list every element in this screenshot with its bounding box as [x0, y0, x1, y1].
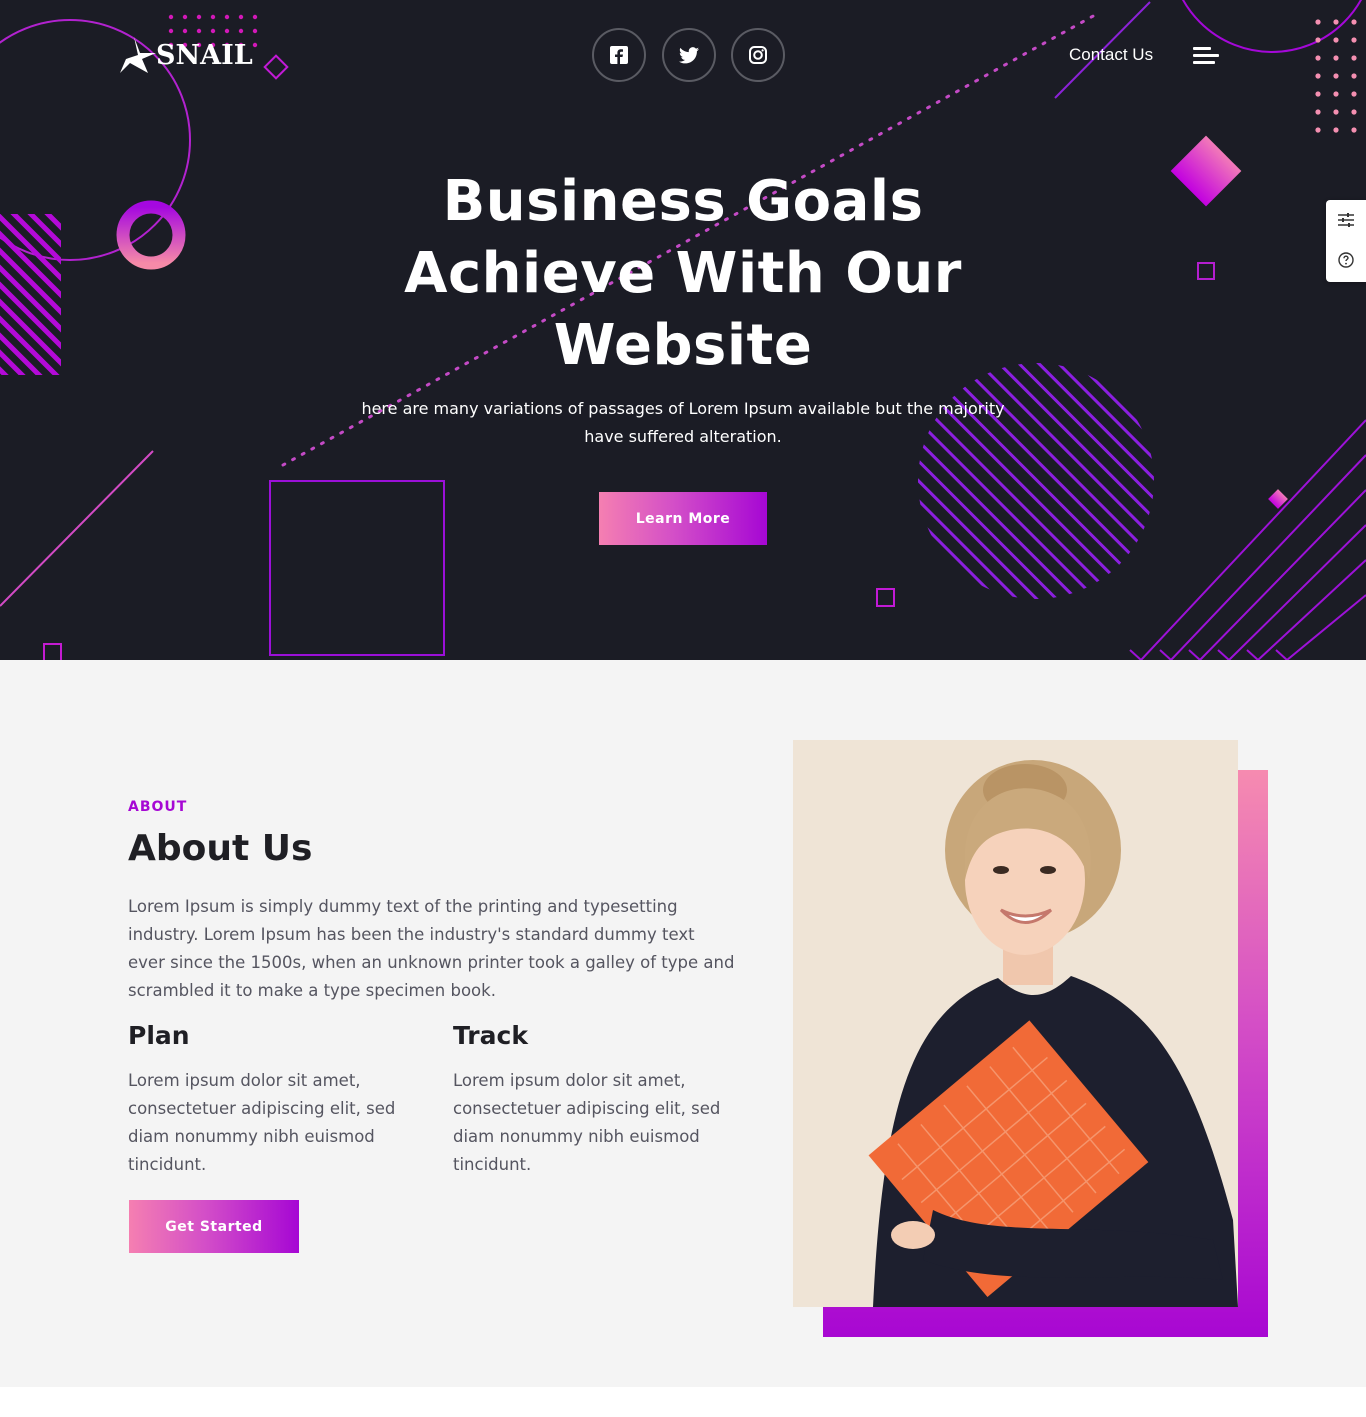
instagram-button[interactable]	[731, 28, 785, 82]
feature-text-line: diam nonummy nibh euismod	[128, 1127, 375, 1146]
facebook-icon	[610, 46, 628, 64]
feature-text-line: Lorem ipsum dolor sit amet,	[128, 1071, 361, 1090]
feature-text-line: tincidunt.	[453, 1155, 532, 1174]
feature-text-line: diam nonummy nibh euismod	[453, 1127, 700, 1146]
hero-subtitle-line: have suffered alteration.	[584, 427, 782, 446]
hero-title-line: Achieve With Our	[404, 241, 962, 306]
snail-logo-icon	[120, 37, 156, 73]
about-text-line: scrambled it to make a type specimen boo…	[128, 981, 496, 1000]
feature-text-line: consectetuer adipiscing elit, sed	[453, 1099, 721, 1118]
facebook-button[interactable]	[592, 28, 646, 82]
hero-title-line: Website	[553, 313, 813, 378]
twitter-icon	[679, 46, 699, 63]
about-text-line: Lorem Ipsum is simply dummy text of the …	[128, 897, 678, 916]
menu-icon[interactable]	[1193, 45, 1219, 65]
feature-text-line: tincidunt.	[128, 1155, 207, 1174]
help-icon[interactable]	[1336, 250, 1356, 270]
feature-text-track: Lorem ipsum dolor sit amet, consectetuer…	[453, 1067, 753, 1179]
feature-title-plan: Plan	[128, 1021, 190, 1050]
about-eyebrow: ABOUT	[128, 799, 188, 815]
hero-section: SNAIL Contact Us Business Goals Achieve …	[0, 0, 1366, 660]
hero-subtitle-line: here are many variations of passages of …	[361, 399, 1005, 418]
feature-text-plan: Lorem ipsum dolor sit amet, consectetuer…	[128, 1067, 428, 1179]
settings-sliders-icon[interactable]	[1336, 210, 1356, 230]
hero-subtitle: here are many variations of passages of …	[323, 395, 1043, 451]
feature-text-line: consectetuer adipiscing elit, sed	[128, 1099, 396, 1118]
contact-us-link[interactable]: Contact Us	[1069, 45, 1153, 65]
about-text-line: industry. Lorem Ipsum has been the indus…	[128, 925, 695, 944]
brand-logo[interactable]: SNAIL	[120, 34, 253, 76]
about-section: ABOUT About Us Lorem Ipsum is simply dum…	[0, 660, 1366, 1387]
hero-title-line: Business Goals	[442, 169, 924, 234]
about-title: About Us	[128, 828, 313, 869]
woman-with-folder-illustration	[793, 740, 1238, 1307]
hero-title: Business Goals Achieve With Our Website	[383, 166, 983, 382]
instagram-icon	[749, 46, 767, 64]
feature-text-line: Lorem ipsum dolor sit amet,	[453, 1071, 686, 1090]
side-widget	[1326, 200, 1366, 282]
footer-strip	[0, 1387, 1366, 1417]
about-text-line: ever since the 1500s, when an unknown pr…	[128, 953, 735, 972]
about-photo	[793, 740, 1238, 1307]
about-text: Lorem Ipsum is simply dummy text of the …	[128, 893, 768, 1005]
twitter-button[interactable]	[662, 28, 716, 82]
feature-title-track: Track	[453, 1021, 528, 1050]
get-started-button[interactable]: Get Started	[129, 1200, 299, 1253]
learn-more-button[interactable]: Learn More	[599, 492, 767, 545]
brand-name: SNAIL	[156, 40, 253, 71]
